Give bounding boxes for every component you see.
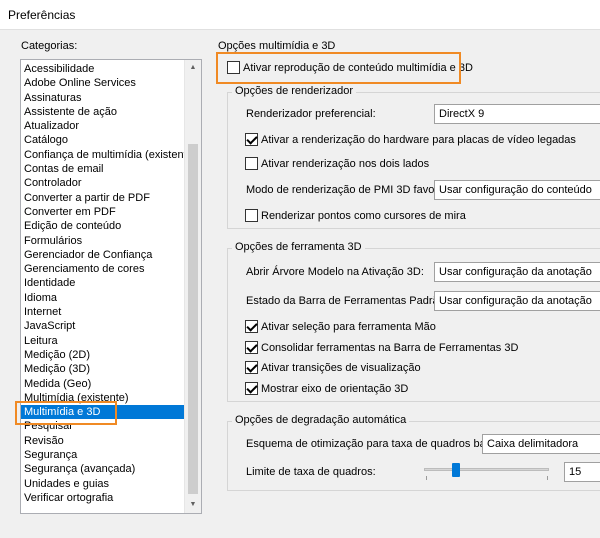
category-item[interactable]: Contas de email	[21, 162, 185, 176]
category-item[interactable]: Medida (Geo)	[21, 377, 185, 391]
fps-slider-track[interactable]	[424, 468, 549, 471]
fps-slider-thumb[interactable]	[452, 463, 460, 477]
panel-title: Opções multimídia e 3D	[218, 40, 336, 52]
category-item[interactable]: Revisão	[21, 434, 185, 448]
crosshair-label: Renderizar pontos como cursores de mira	[261, 209, 466, 222]
category-item[interactable]: Medição (3D)	[21, 362, 185, 376]
enable-playback-label: Ativar reprodução de conteúdo multimídia…	[243, 61, 473, 74]
category-item[interactable]: Assinaturas	[21, 91, 185, 105]
categories-label: Categorias:	[21, 40, 78, 52]
toolbar-state-select[interactable]: Usar configuração da anotação	[434, 291, 600, 311]
category-item[interactable]: Multimídia e 3D	[21, 405, 185, 420]
toolbar-state-label: Estado da Barra de Ferramentas Padrão:	[246, 295, 448, 307]
category-item[interactable]: JavaScript	[21, 319, 185, 333]
category-item[interactable]: Internet	[21, 305, 185, 319]
hand-select-box[interactable]	[245, 320, 258, 333]
category-item[interactable]: Segurança	[21, 448, 185, 462]
slider-tick	[547, 476, 548, 480]
view-transitions-checkbox[interactable]: Ativar transições de visualização	[245, 361, 421, 374]
orientation-axis-label: Mostrar eixo de orientação 3D	[261, 382, 409, 395]
category-item[interactable]: Converter em PDF	[21, 205, 185, 219]
window-title: Preferências	[8, 8, 76, 22]
category-item[interactable]: Gerenciador de Confiança	[21, 248, 185, 262]
category-item[interactable]: Medição (2D)	[21, 348, 185, 362]
fps-input[interactable]: 15	[564, 462, 600, 482]
scrollbar-thumb[interactable]	[188, 144, 198, 494]
fps-label: Limite de taxa de quadros:	[246, 466, 376, 478]
degradation-group	[227, 421, 600, 491]
hw-legacy-label: Ativar a renderização do hardware para p…	[261, 133, 576, 146]
hand-select-label: Ativar seleção para ferramenta Mão	[261, 320, 436, 333]
category-item[interactable]: Multimídia (existente)	[21, 391, 185, 405]
consolidate-checkbox[interactable]: Consolidar ferramentas na Barra de Ferra…	[245, 341, 518, 354]
scroll-down-arrow-icon[interactable]: ▼	[185, 497, 201, 513]
orientation-axis-checkbox[interactable]: Mostrar eixo de orientação 3D	[245, 382, 408, 395]
category-item[interactable]: Converter a partir de PDF	[21, 191, 185, 205]
orientation-axis-box[interactable]	[245, 382, 258, 395]
open-tree-select[interactable]: Usar configuração da anotação	[434, 262, 600, 282]
double-sided-box[interactable]	[245, 157, 258, 170]
category-item[interactable]: Pesquisar	[21, 419, 185, 433]
category-item[interactable]: Adobe Online Services	[21, 76, 185, 90]
category-item[interactable]: Controlador	[21, 176, 185, 190]
category-item[interactable]: Segurança (avançada)	[21, 462, 185, 476]
category-item[interactable]: Formulários	[21, 234, 185, 248]
rendering-group-title: Opções de renderizador	[232, 85, 357, 97]
slider-tick	[426, 476, 427, 480]
categories-scrollbar[interactable]: ▲ ▼	[184, 60, 201, 513]
hw-legacy-checkbox[interactable]: Ativar a renderização do hardware para p…	[245, 133, 576, 146]
category-item[interactable]: Confiança de multimídia (existente)	[21, 148, 185, 162]
category-item[interactable]: Catálogo	[21, 133, 185, 147]
consolidate-label: Consolidar ferramentas na Barra de Ferra…	[261, 341, 519, 354]
degradation-group-title: Opções de degradação automática	[232, 414, 410, 426]
preferred-renderer-select[interactable]: DirectX 9	[434, 104, 600, 124]
pmi-mode-label: Modo de renderização de PMI 3D favorito:	[246, 184, 453, 196]
category-item[interactable]: Unidades e guias	[21, 477, 185, 491]
scheme-label: Esquema de otimização para taxa de quadr…	[246, 438, 503, 450]
category-item[interactable]: Assistente de ação	[21, 105, 185, 119]
category-item[interactable]: Verificar ortografia	[21, 491, 185, 505]
enable-playback-box[interactable]	[227, 61, 240, 74]
category-item[interactable]: Identidade	[21, 276, 185, 290]
categories-items: Acessibilidade Adobe Online Services Assin…	[21, 60, 185, 505]
scheme-select[interactable]: Caixa delimitadora	[482, 434, 600, 454]
double-sided-checkbox[interactable]: Ativar renderização nos dois lados	[245, 157, 429, 170]
consolidate-box[interactable]	[245, 341, 258, 354]
crosshair-checkbox[interactable]: Renderizar pontos como cursores de mira	[245, 209, 466, 222]
double-sided-label: Ativar renderização nos dois lados	[261, 157, 430, 170]
enable-playback-checkbox[interactable]: Ativar reprodução de conteúdo multimídia…	[227, 61, 473, 74]
categories-list[interactable]: Acessibilidade Adobe Online Services Assin…	[20, 59, 202, 514]
category-item[interactable]: Idioma	[21, 291, 185, 305]
category-item[interactable]: Gerenciamento de cores	[21, 262, 185, 276]
pmi-mode-select[interactable]: Usar configuração do conteúdo	[434, 180, 600, 200]
category-item[interactable]: Edição de conteúdo	[21, 219, 185, 233]
category-item[interactable]: Acessibilidade	[21, 62, 185, 76]
hw-legacy-box[interactable]	[245, 133, 258, 146]
tools-group-title: Opções de ferramenta 3D	[232, 241, 365, 253]
preferred-renderer-label: Renderizador preferencial:	[246, 108, 376, 120]
category-item[interactable]: Atualizador	[21, 119, 185, 133]
category-item[interactable]: Leitura	[21, 334, 185, 348]
open-tree-label: Abrir Árvore Modelo na Ativação 3D:	[246, 266, 424, 278]
view-transitions-label: Ativar transições de visualização	[261, 361, 421, 374]
scroll-up-arrow-icon[interactable]: ▲	[185, 60, 201, 76]
crosshair-box[interactable]	[245, 209, 258, 222]
hand-select-checkbox[interactable]: Ativar seleção para ferramenta Mão	[245, 320, 436, 333]
title-bar: Preferências	[0, 0, 600, 30]
view-transitions-box[interactable]	[245, 361, 258, 374]
